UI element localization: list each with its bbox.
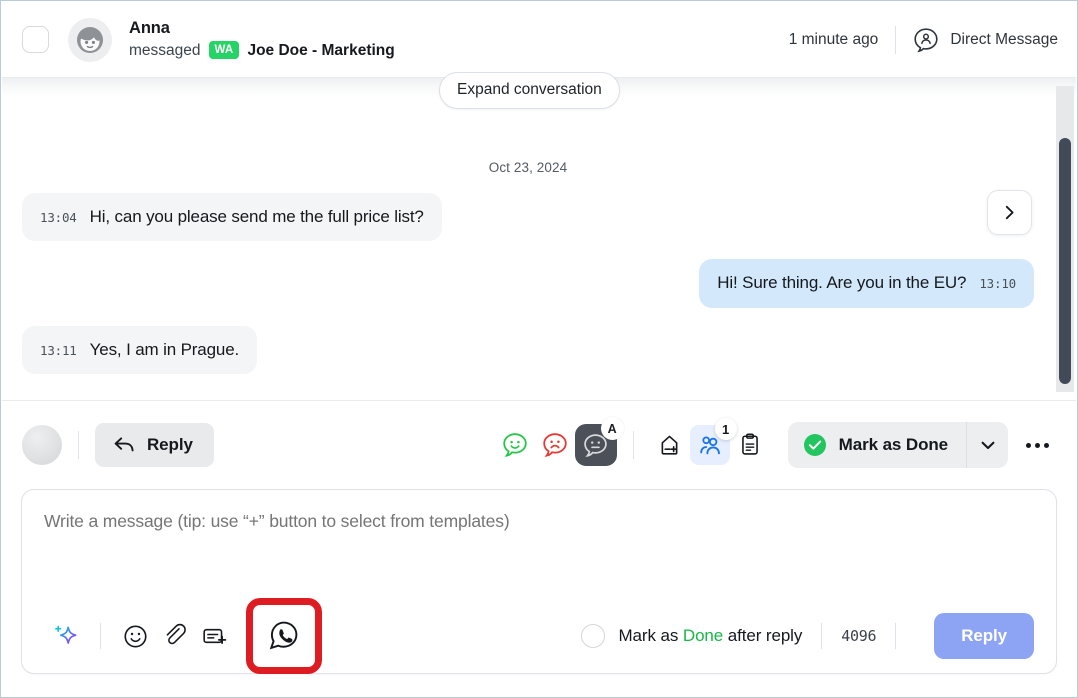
sentiment-neutral-button[interactable]: A	[574, 417, 624, 466]
sad-chat-icon	[542, 433, 567, 457]
notes-button[interactable]	[730, 425, 770, 465]
messages-list: Oct 23, 2024 13:04 Hi, can you please se…	[2, 78, 1054, 400]
whatsapp-icon	[269, 621, 298, 650]
more-options-icon	[1025, 442, 1031, 448]
mark-done-status: Done	[682, 626, 724, 645]
reply-button-label: Reply	[147, 435, 193, 454]
timestamp: 1 minute ago	[788, 30, 879, 48]
mark-done-suffix: after reply	[727, 626, 803, 645]
expand-conversation-button[interactable]: Expand conversation	[439, 72, 620, 109]
conversation-thread: Oct 23, 2024 13:04 Hi, can you please se…	[2, 77, 1076, 401]
more-options-icon	[1043, 442, 1049, 448]
message-time: 13:10	[979, 276, 1016, 292]
channel-badge: WA	[208, 40, 240, 60]
message-text: Hi, can you please send me the full pric…	[89, 207, 424, 226]
add-tag-button[interactable]	[650, 425, 690, 465]
toolbar-divider	[78, 431, 79, 459]
thread-scrollbar[interactable]	[1056, 86, 1074, 392]
next-conversation-button[interactable]	[987, 190, 1032, 235]
message-text: Yes, I am in Prague.	[89, 339, 240, 359]
thread-scrollbar-thumb[interactable]	[1059, 138, 1071, 384]
date-separator: Oct 23, 2024	[488, 160, 568, 175]
sentiment-negative-button[interactable]	[535, 425, 575, 465]
more-options-button[interactable]	[1018, 426, 1056, 464]
add-template-icon	[203, 628, 227, 644]
mark-done-after-reply-checkbox[interactable]	[580, 624, 605, 648]
header-meta: Anna messaged WA Joe Doe - Marketing	[129, 17, 789, 62]
agent-avatar	[22, 425, 62, 465]
message-subtitle: messaged WA Joe Doe - Marketing	[129, 40, 789, 62]
composer-toolbar: Mark as Done after reply 4096 Reply	[22, 598, 1056, 674]
conversation-type-label: Direct Message	[950, 30, 1058, 48]
message-bubble-incoming: 13:04 Hi, can you please send me the ful…	[22, 193, 442, 242]
add-tag-icon	[661, 435, 678, 455]
send-reply-button[interactable]: Reply	[934, 613, 1034, 659]
mark-done-prefix: Mark as	[618, 626, 679, 645]
more-options-icon	[1034, 442, 1040, 448]
message-time: 13:11	[40, 342, 77, 358]
emoji-smiley-icon	[123, 624, 147, 648]
attach-file-button[interactable]	[155, 616, 195, 656]
assignees-button[interactable]: 1	[689, 418, 737, 465]
chevron-right-icon	[1005, 205, 1014, 220]
mark-as-done-label: Mark as Done	[838, 435, 948, 454]
person-avatar-icon	[77, 26, 103, 53]
ai-sparkle-icon	[55, 625, 77, 644]
reply-button[interactable]: Reply	[95, 423, 214, 467]
toolbar-icon-group: A 1	[495, 417, 770, 466]
mark-as-done-group: Mark as Done	[787, 422, 1008, 468]
message-row: 13:04 Hi, can you please send me the ful…	[22, 193, 1034, 242]
action-verb: messaged	[129, 42, 201, 60]
sentiment-neutral-badge: A	[600, 417, 624, 440]
header-right: 1 minute ago Direct Message	[788, 25, 1058, 54]
conversation-type: Direct Message	[913, 27, 1058, 53]
insert-template-button[interactable]	[195, 616, 235, 656]
message-text: Hi! Sure thing. Are you in the EU?	[717, 273, 967, 293]
ai-assist-button[interactable]	[46, 616, 86, 656]
avatar	[68, 17, 112, 62]
emoji-button[interactable]	[115, 616, 155, 656]
character-counter: 4096	[841, 627, 877, 645]
message-bubble-outgoing: Hi! Sure thing. Are you in the EU? 13:10	[699, 259, 1034, 308]
select-conversation-checkbox[interactable]	[22, 26, 49, 53]
happy-chat-icon	[502, 433, 527, 457]
reply-arrow-icon	[114, 437, 134, 452]
person-chat-bubble-icon	[914, 27, 938, 52]
paperclip-icon	[166, 623, 186, 644]
mark-as-done-button[interactable]: Mark as Done	[787, 422, 966, 468]
header-divider	[895, 25, 897, 54]
composer-divider	[895, 623, 897, 649]
message-time: 13:04	[40, 210, 77, 225]
composer-divider	[100, 623, 101, 649]
mark-as-done-dropdown[interactable]	[966, 422, 1008, 468]
contact-name: Joe Doe - Marketing	[247, 42, 395, 60]
message-bubble-incoming: 13:11 Yes, I am in Prague.	[22, 325, 258, 374]
conversation-panel: Anna messaged WA Joe Doe - Marketing 1 m…	[0, 0, 1078, 698]
action-toolbar: Reply A 1 Mark as Done	[2, 403, 1076, 487]
clipboard-notes-icon	[741, 433, 758, 455]
message-row: 13:11 Yes, I am in Prague.	[22, 325, 1034, 374]
conversation-header: Anna messaged WA Joe Doe - Marketing 1 m…	[2, 2, 1076, 77]
toolbar-divider	[632, 431, 634, 459]
sender-name: Anna	[129, 19, 170, 38]
message-row: Hi! Sure thing. Are you in the EU? 13:10	[22, 259, 1034, 308]
chevron-down-icon	[981, 441, 994, 449]
composer-divider	[821, 623, 823, 649]
mark-done-after-reply-label: Mark as Done after reply	[619, 626, 803, 646]
whatsapp-channel-button[interactable]	[246, 598, 322, 674]
green-check-circle-icon	[803, 434, 826, 456]
message-input[interactable]	[42, 509, 1036, 589]
sentiment-positive-button[interactable]	[495, 425, 535, 465]
message-composer: Mark as Done after reply 4096 Reply	[21, 489, 1057, 674]
